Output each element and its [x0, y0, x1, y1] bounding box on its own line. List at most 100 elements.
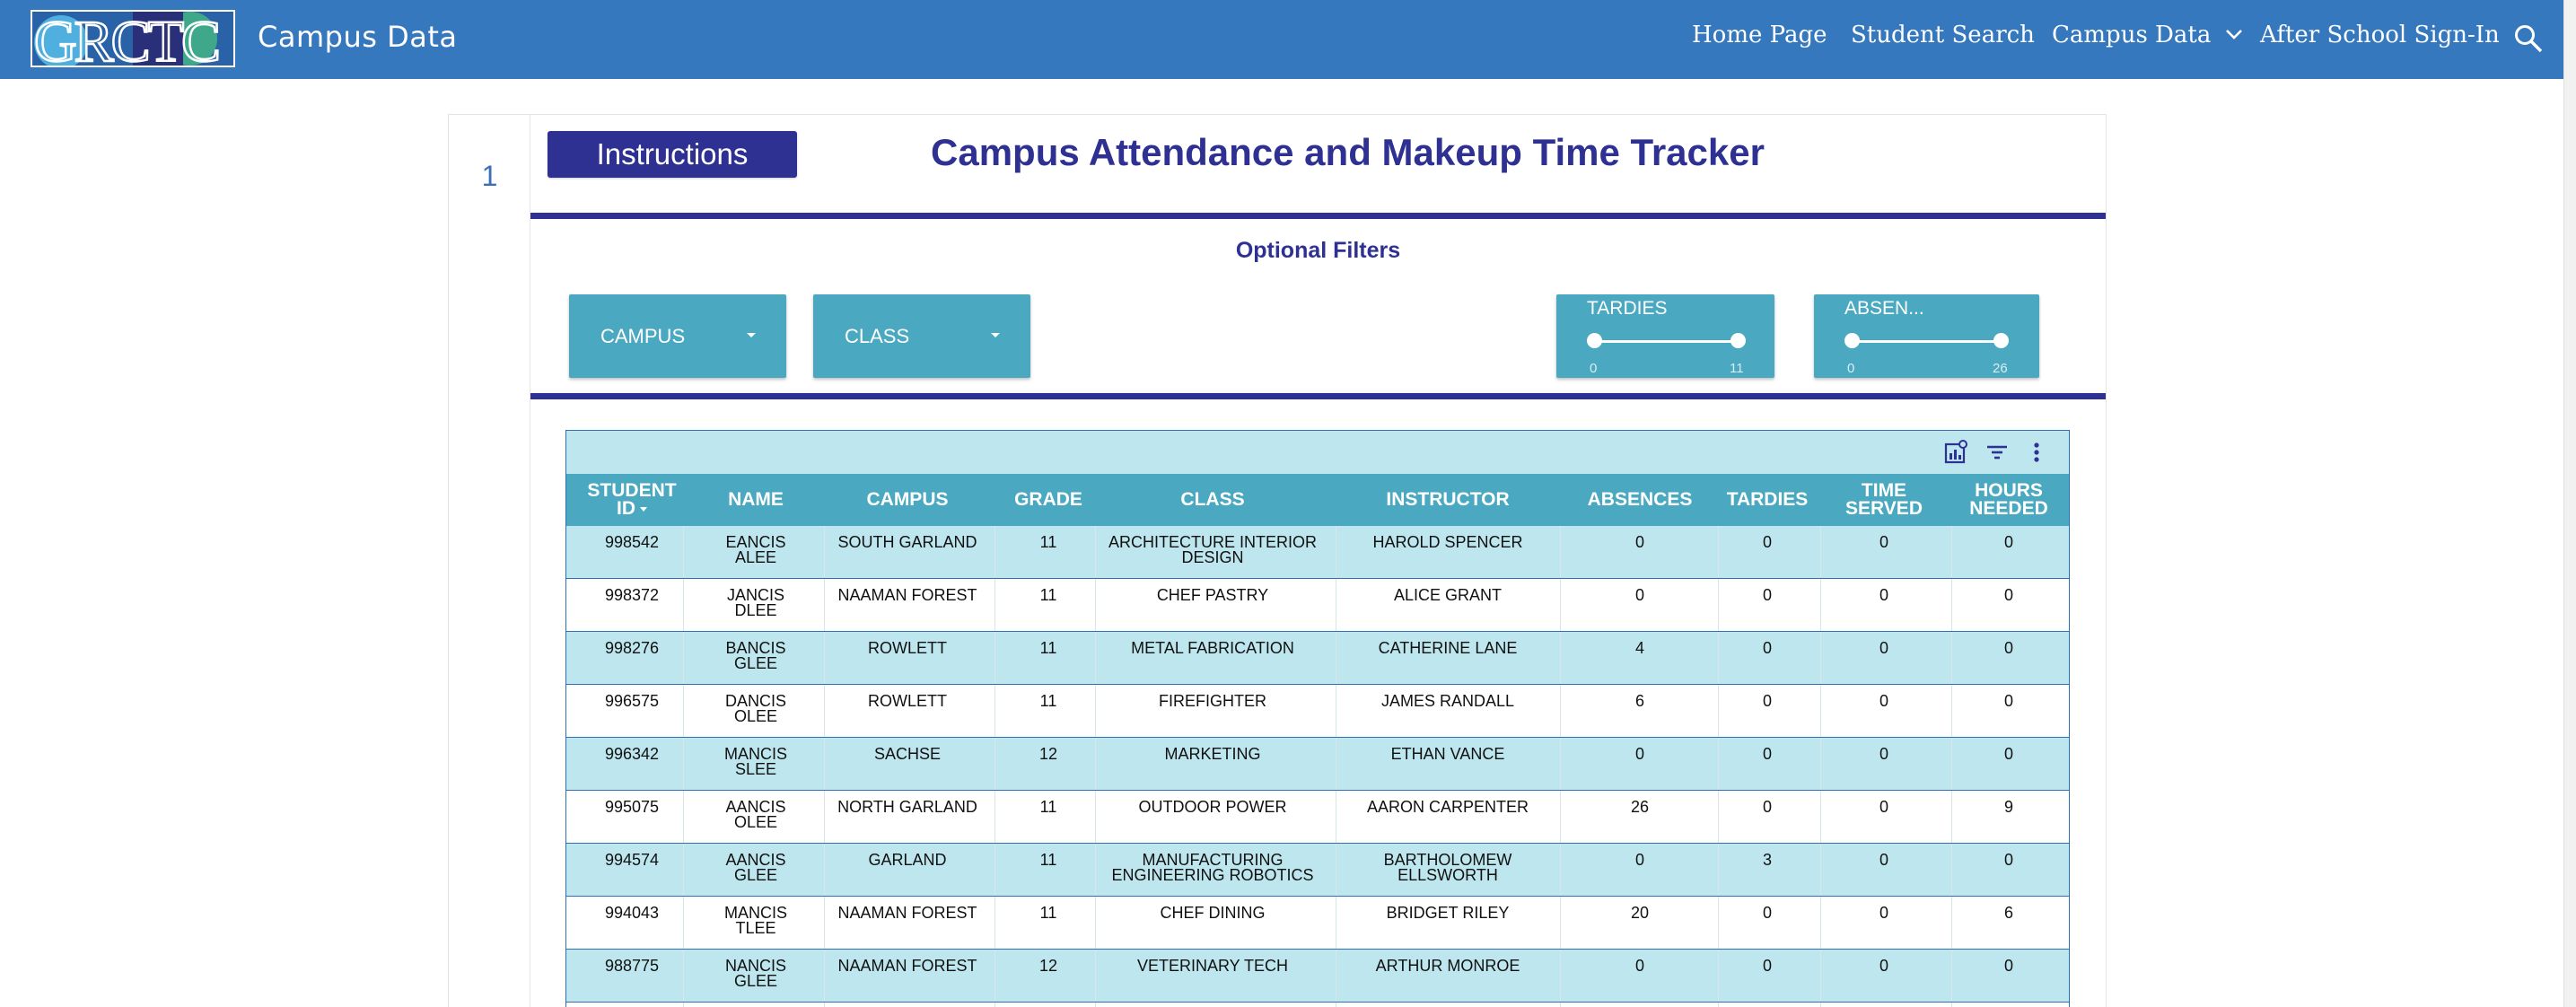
cell-divider	[1718, 579, 1719, 631]
cell-name: AANCIS GLEE	[725, 851, 786, 884]
slider-max-handle[interactable]	[1993, 333, 2009, 348]
more-vert-icon[interactable]	[2024, 440, 2049, 465]
column-header-time-served[interactable]: TIME SERVED	[1821, 474, 1947, 526]
column-header-label: CLASS	[1180, 489, 1245, 510]
cell-absences: 6	[1634, 692, 1644, 710]
slider-min-handle[interactable]	[1844, 333, 1860, 348]
cell-divider	[1951, 844, 1952, 896]
cell-divider	[824, 1003, 825, 1007]
cell-divider	[683, 950, 684, 1002]
nav-campus-data-dropdown[interactable]: Campus Data	[2052, 22, 2244, 48]
cell-tardies: 0	[1762, 904, 1772, 922]
cell-absences: 0	[1634, 957, 1644, 975]
table-row[interactable]: 994574 AANCIS GLEE GARLAND 11 MANUFACTURING EN…	[566, 844, 2069, 897]
cell-grade: 11	[1039, 586, 1057, 604]
nav-home-page[interactable]: Home Page	[1692, 22, 1827, 48]
site-title[interactable]: Campus Data	[258, 20, 457, 54]
cell-divider	[1951, 950, 1952, 1002]
cell-class: CHEF PASTRY	[1156, 586, 1269, 604]
instructions-button[interactable]: Instructions	[548, 131, 797, 178]
table-row[interactable]: 998542 EANCIS ALEE SOUTH GARLAND 11 ARCHITECT…	[566, 526, 2069, 579]
cell-time-served: 0	[1879, 957, 1888, 975]
cell-absences: 26	[1630, 798, 1650, 816]
cell-absences: 0	[1634, 745, 1644, 763]
cell-divider	[1951, 526, 1952, 578]
cell-divider	[1095, 632, 1096, 684]
cell-tardies: 0	[1762, 692, 1772, 710]
column-header-student-id[interactable]: STUDENT ID	[578, 474, 686, 526]
cell-grade: 11	[1039, 851, 1057, 869]
table-row[interactable]: 995075 AANCIS OLEE NORTH GARLAND 11 OUTDOOR P…	[566, 791, 2069, 844]
column-header-instructor[interactable]: INSTRUCTOR	[1336, 474, 1560, 526]
cell-grade: 11	[1039, 904, 1057, 922]
filter-icon[interactable]	[1985, 440, 2010, 465]
column-header-tardies[interactable]: TARDIES	[1718, 474, 1817, 526]
nav-student-search[interactable]: Student Search	[1851, 22, 2035, 48]
cell-grade: 11	[1039, 692, 1057, 710]
sort-descending-icon[interactable]	[639, 506, 647, 512]
grctc-logo[interactable]: GRCTC	[31, 10, 235, 67]
column-header-absences[interactable]: ABSENCES	[1573, 474, 1707, 526]
cell-instructor: BRIDGET RILEY	[1386, 904, 1510, 922]
absences-range-slider[interactable]: ABSEN... 0 26	[1814, 294, 2039, 378]
cell-campus: ROWLETT	[868, 639, 947, 657]
column-header-hours-needed[interactable]: HOURS NEEDED	[1955, 474, 2063, 526]
cell-divider	[1560, 844, 1561, 896]
cell-time-served: 0	[1879, 692, 1888, 710]
table-row[interactable]: 998372 JANCIS DLEE NAAMAN FOREST 11 CHEF PAST…	[566, 579, 2069, 632]
chart-icon[interactable]	[1943, 440, 1968, 465]
cell-time-served: 0	[1879, 586, 1888, 604]
page-scrollbar[interactable]	[2563, 0, 2576, 1007]
cell-divider	[994, 950, 995, 1002]
column-header-campus[interactable]: CAMPUS	[818, 474, 997, 526]
slider-max-handle[interactable]	[1730, 333, 1746, 348]
nav-campus-data-label: Campus Data	[2052, 22, 2212, 48]
slider-min-handle[interactable]	[1587, 333, 1602, 348]
cell-campus: NAAMAN FOREST	[837, 957, 977, 975]
cell-divider	[824, 791, 825, 843]
nav-after-school-sign-in[interactable]: After School Sign-In	[2260, 22, 2500, 48]
cell-divider	[683, 579, 684, 631]
campus-filter-dropdown[interactable]: CAMPUS	[569, 294, 786, 378]
campus-filter-label: CAMPUS	[600, 325, 686, 347]
table-row[interactable]: 996342 MANCIS SLEE SACHSE 12 MARKETING ETHAN V…	[566, 738, 2069, 791]
cell-time-served: 0	[1879, 798, 1888, 816]
cell-instructor: HAROLD SPENCER	[1372, 533, 1523, 551]
table-row[interactable]: 996575 DANCIS OLEE ROWLETT 11 FIREFIGHTER JAME…	[566, 685, 2069, 738]
cell-grade: 12	[1038, 745, 1058, 763]
slider-track[interactable]	[1852, 340, 2001, 343]
column-header-grade[interactable]: GRADE	[1008, 474, 1089, 526]
cell-divider	[994, 526, 995, 578]
table-row[interactable]: 994043 MANCIS TLEE NAAMAN FOREST 11 CHEF DINI…	[566, 897, 2069, 950]
cell-divider	[1718, 738, 1719, 790]
tardies-range-slider[interactable]: TARDIES 0 11	[1556, 294, 1774, 378]
table-toolbar	[566, 431, 2069, 474]
cell-divider	[824, 526, 825, 578]
table-row[interactable]: 988775 NANCIS GLEE NAAMAN FOREST 12 VETERINAR…	[566, 950, 2069, 1003]
cell-divider	[1718, 897, 1719, 949]
cell-hours-needed: 0	[2003, 692, 2013, 710]
cell-hours-needed: 0	[2003, 745, 2013, 763]
cell-student-id: 996342	[604, 745, 660, 763]
cell-tardies: 0	[1762, 639, 1772, 657]
cell-divider	[1718, 791, 1719, 843]
column-header-name[interactable]: NAME	[697, 474, 814, 526]
page-gutter: 1	[449, 115, 530, 1007]
cell-divider	[824, 897, 825, 949]
slider-min-value: 0	[1847, 361, 1855, 376]
cell-hours-needed: 0	[2003, 533, 2013, 551]
search-icon[interactable]	[2513, 23, 2544, 54]
cell-time-served: 0	[1879, 639, 1888, 657]
table-row[interactable]: 998276 BANCIS GLEE ROWLETT 11 METAL FABRICATI…	[566, 632, 2069, 685]
cell-tardies: 0	[1762, 745, 1772, 763]
cell-divider	[1820, 632, 1821, 684]
cell-divider	[1560, 950, 1561, 1002]
class-filter-dropdown[interactable]: CLASS	[813, 294, 1030, 378]
slider-track[interactable]	[1594, 340, 1738, 343]
cell-divider	[683, 738, 684, 790]
page-number[interactable]: 1	[449, 160, 530, 193]
table-row[interactable]	[566, 1003, 2069, 1007]
cell-tardies: 0	[1762, 533, 1772, 551]
column-header-class[interactable]: CLASS	[1082, 474, 1343, 526]
cell-divider	[1718, 844, 1719, 896]
